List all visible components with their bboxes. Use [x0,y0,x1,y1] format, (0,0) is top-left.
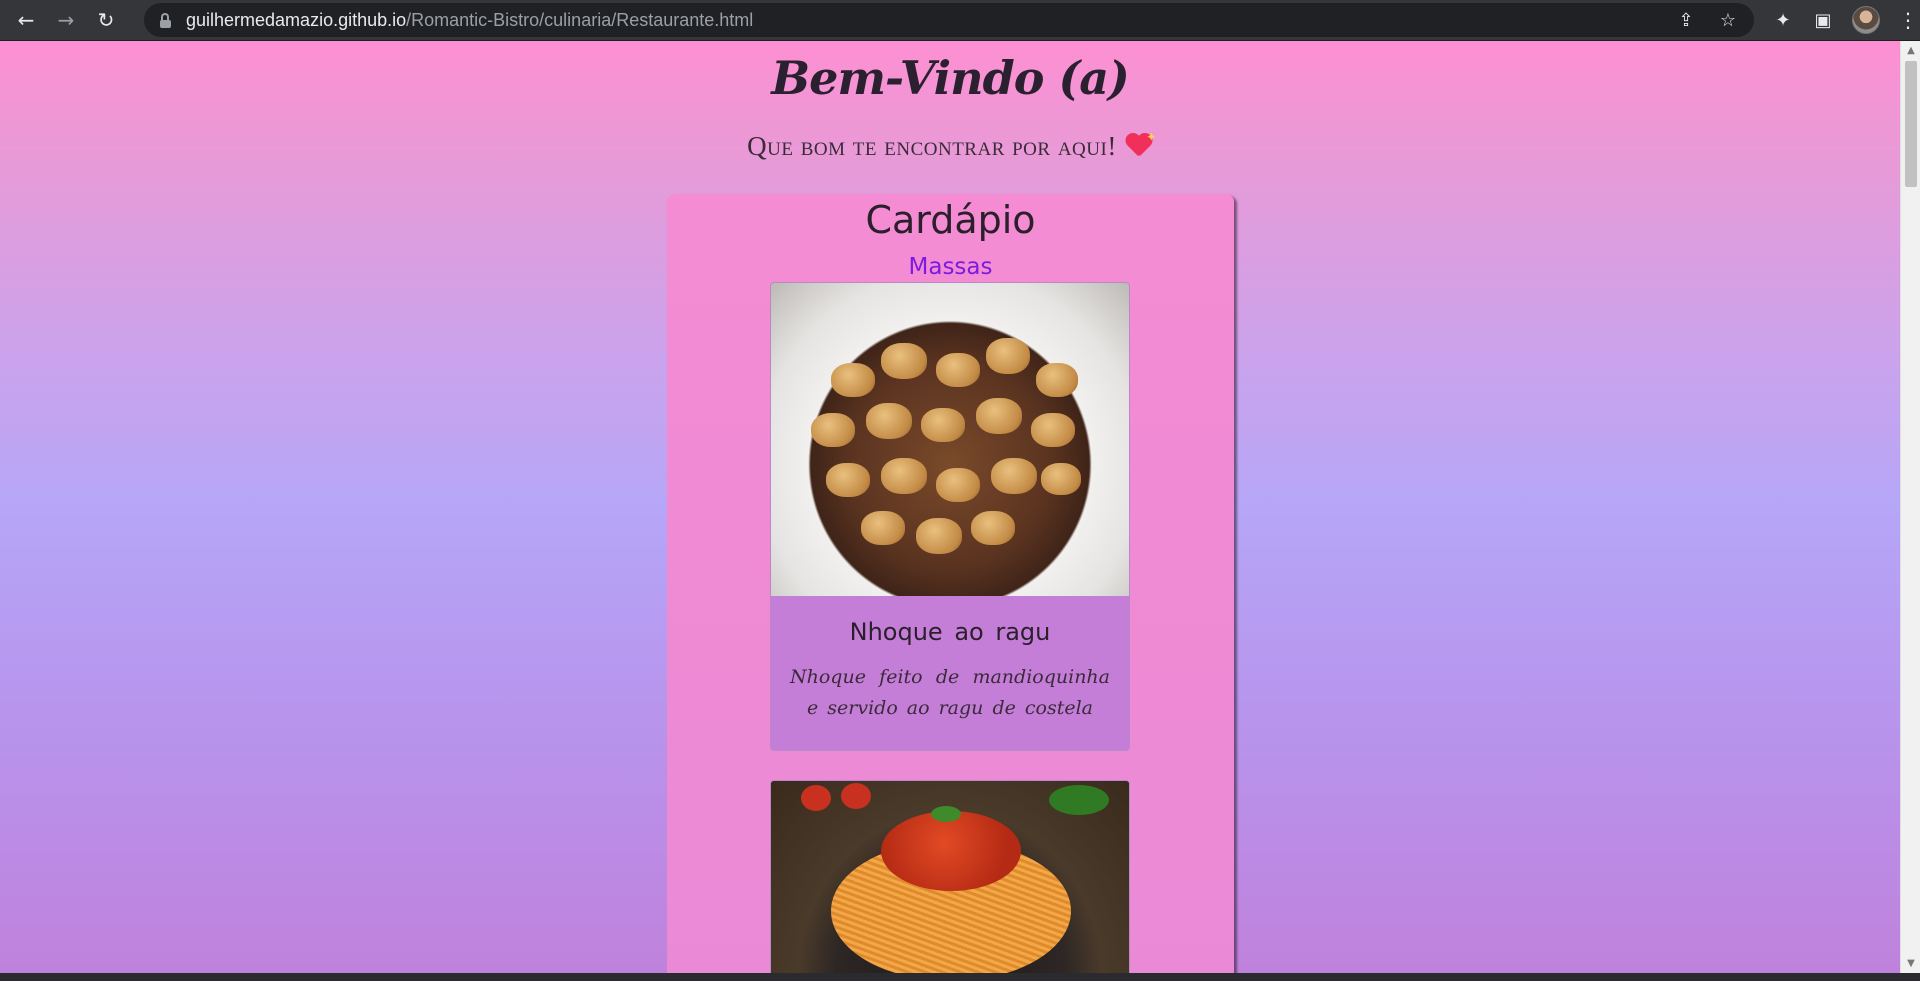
welcome-subtitle: Que bom te encontrar por aqui! ✦ [0,130,1900,162]
dish-card [770,780,1130,973]
address-bar[interactable]: guilhermedamazio.github.io/Romantic-Bist… [144,3,1754,37]
lock-icon[interactable] [158,12,172,28]
side-panel-icon[interactable]: ▣ [1812,10,1834,31]
browser-toolbar: ← → ↻ guilhermedamazio.github.io/Romanti… [0,0,1920,41]
scroll-up-arrow-icon[interactable]: ▲ [1901,45,1920,56]
url-text[interactable]: guilhermedamazio.github.io/Romantic-Bist… [186,10,753,31]
kebab-menu-icon[interactable]: ⋮ [1898,8,1918,32]
bottom-edge [0,973,1920,981]
menu-title: Cardápio [865,198,1036,242]
page-viewport: Bem-Vindo (a) Que bom te encontrar por a… [0,41,1900,973]
menu-panel: Cardápio Massas Nhoque ao ragu Nhoque fe… [667,194,1234,973]
dish-image-spaghetti [771,781,1129,973]
url-host: guilhermedamazio.github.io [186,9,407,30]
back-arrow-icon[interactable]: ← [10,4,42,36]
welcome-heading: Bem-Vindo (a) [771,51,1130,105]
dish-card-body: Nhoque ao ragu Nhoque feito de mandioqui… [771,596,1129,724]
sparkling-heart-emoji: ✦ [1125,130,1156,158]
menu-section-title: Massas [908,254,993,280]
scroll-thumb[interactable] [1905,61,1917,187]
dish-name: Nhoque ao ragu [849,618,1051,646]
scroll-down-arrow-icon[interactable]: ▼ [1901,958,1920,969]
subtitle-text: Que bom te encontrar por aqui! [747,131,1117,161]
extensions-icon[interactable]: ✦ [1772,10,1794,31]
dish-card: Nhoque ao ragu Nhoque feito de mandioqui… [770,282,1130,751]
url-path: /Romantic-Bistro/culinaria/Restaurante.h… [406,9,754,30]
share-icon[interactable]: ⇪ [1676,10,1696,31]
dish-image-gnocchi [771,283,1129,596]
reload-icon[interactable]: ↻ [90,4,122,36]
profile-avatar[interactable] [1852,6,1880,34]
dish-description: Nhoque feito de mandioquinha e servido a… [790,666,1110,719]
forward-arrow-icon[interactable]: → [50,4,82,36]
page-scrollbar[interactable]: ▲ ▼ [1900,41,1920,973]
star-icon[interactable]: ☆ [1718,10,1738,31]
